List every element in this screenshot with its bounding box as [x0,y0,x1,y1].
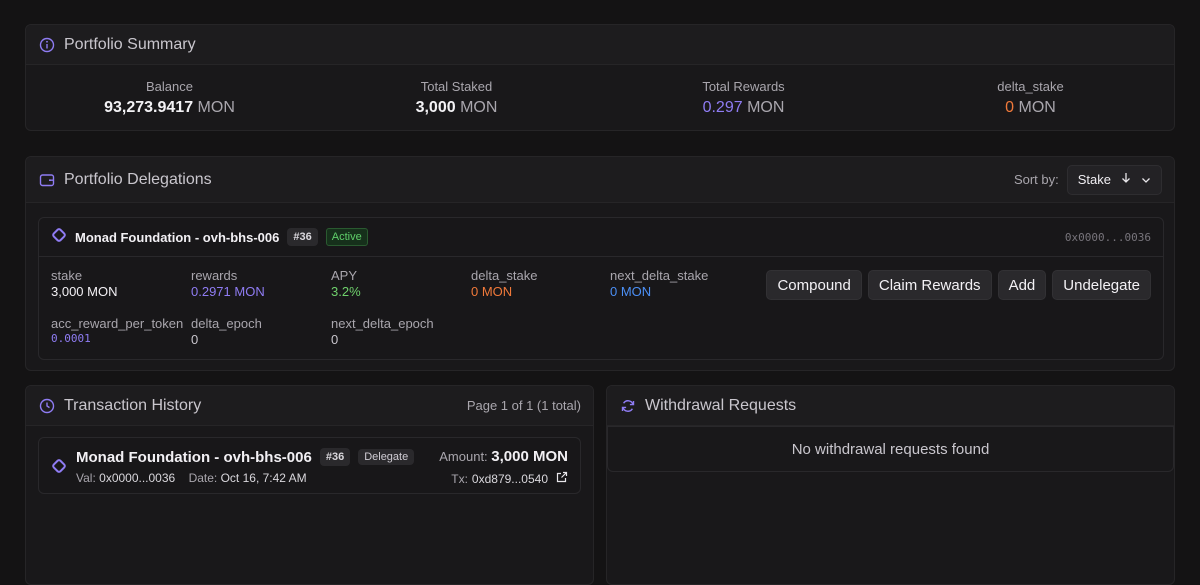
withdrawal-requests-card: Withdrawal Requests No withdrawal reques… [606,385,1175,585]
transaction-row[interactable]: Monad Foundation - ovh-bhs-006 #36 Deleg… [38,437,581,494]
compound-button[interactable]: Compound [766,270,862,300]
stat-unit: MON [460,99,498,116]
amount-label: Amount: [439,449,488,464]
sort-label: Sort by: [1013,172,1059,187]
validator-name[interactable]: Monad Foundation - ovh-bhs-006 [75,230,279,245]
field-rewards: rewards 0.2971 MON [191,268,265,299]
delegation-header: Monad Foundation - ovh-bhs-006 #36 Activ… [39,218,1163,257]
sort-control: Sort by: Stake [1013,164,1162,195]
sort-select[interactable]: Stake [1066,164,1162,195]
delegation-actions: Compound Claim Rewards Add Undelegate [766,270,1151,300]
portfolio-summary-title: Portfolio Summary [64,35,196,53]
pagination-info: Page 1 of 1 (1 total) [466,398,581,413]
field-stake: stake 3,000 MON [51,268,117,299]
field-value: 3,000 MON [51,284,118,299]
field-value: 0 MON [610,284,652,299]
wallet-icon [38,171,56,189]
portfolio-delegations-title: Portfolio Delegations [64,170,212,188]
field-label: stake [51,268,83,283]
stat-unit: MON [1018,99,1056,116]
transaction-amount: Amount: 3,000 MON [439,448,568,465]
sort-value: Stake [1077,172,1111,187]
validator-name: Monad Foundation - ovh-bhs-006 [76,448,312,466]
stat-delta-stake: delta_stake 0 MON [887,79,1174,117]
rank-badge: #36 [319,448,351,466]
rank-badge: #36 [287,228,318,246]
summary-stats: Balance 93,273.9417 MON Total Staked 3,0… [26,65,1174,130]
chevron-down-icon [1141,172,1151,187]
tx-hash-value: 0xd879...0540 [471,471,548,486]
stat-value: 93,273.9417 [104,99,194,116]
field-value: 0 MON [471,284,513,299]
transaction-type-badge: Delegate [358,449,415,465]
field-acc-reward-per-token: acc_reward_per_token 0.0001 [51,316,183,345]
monad-logo-icon [51,458,67,479]
transaction-history-card: Transaction History Page 1 of 1 (1 total… [25,385,594,585]
empty-state: No withdrawal requests found [607,426,1174,472]
portfolio-summary-card: Portfolio Summary Balance 93,273.9417 MO… [25,24,1175,131]
stat-label: Total Staked [420,79,493,94]
transaction-history-title: Transaction History [64,396,202,414]
status-badge: Active [325,228,368,246]
add-button[interactable]: Add [997,270,1047,300]
stat-label: Total Rewards [702,79,785,94]
stat-unit: MON [747,99,785,116]
transaction-validator: Monad Foundation - ovh-bhs-006 #36 Deleg… [76,448,415,466]
field-next-delta-stake: next_delta_stake 0 MON [610,268,708,299]
undelegate-button[interactable]: Undelegate [1052,270,1151,300]
field-apy: APY 3.2% [331,268,361,299]
stat-value: 3,000 [415,99,456,116]
field-value: 3.2% [331,284,361,299]
refresh-icon [619,397,637,415]
transaction-meta: Val: 0x0000...0036 Date: Oct 16, 7:42 AM [76,471,307,485]
withdrawal-requests-title: Withdrawal Requests [645,396,797,414]
clock-icon [38,397,56,415]
validator-address: 0x0000...0036 [1064,230,1151,244]
val-label: Val: [76,471,96,485]
field-label: delta_epoch [191,316,262,331]
date-value: Oct 16, 7:42 AM [220,471,307,485]
monad-logo-icon [51,227,67,248]
stat-balance: Balance 93,273.9417 MON [26,79,313,117]
stat-total-staked: Total Staked 3,000 MON [313,79,600,117]
tx-label: Tx: [451,471,468,486]
portfolio-delegations-card: Portfolio Delegations Sort by: Stake Mon… [25,156,1175,371]
field-value: 0 [191,332,199,347]
field-delta-epoch: delta_epoch 0 [191,316,262,347]
delegation-item: Monad Foundation - ovh-bhs-006 #36 Activ… [38,217,1164,360]
field-value: 0 [331,332,339,347]
stat-unit: MON [197,99,235,116]
external-link-icon[interactable] [556,471,568,486]
stat-label: Balance [146,79,193,94]
info-icon [38,36,56,54]
portfolio-delegations-header: Portfolio Delegations Sort by: Stake [26,157,1174,203]
amount-value: 3,000 MON [491,448,568,465]
field-label: next_delta_epoch [331,316,434,331]
transaction-history-header: Transaction History Page 1 of 1 (1 total… [26,386,593,426]
stat-total-rewards: Total Rewards 0.297 MON [600,79,887,117]
transaction-hash[interactable]: Tx: 0xd879...0540 [451,471,568,486]
stat-value: 0.297 [702,99,743,116]
field-value: 0.0001 [51,332,91,345]
field-label: APY [331,268,358,283]
withdrawal-requests-header: Withdrawal Requests [607,386,1174,426]
stat-value: 0 [1005,99,1015,116]
claim-rewards-button[interactable]: Claim Rewards [867,270,992,300]
stat-label: delta_stake [997,79,1064,94]
val-address: 0x0000...0036 [99,471,176,485]
field-delta-stake: delta_stake 0 MON [471,268,538,299]
arrow-down-icon [1121,172,1131,187]
field-next-delta-epoch: next_delta_epoch 0 [331,316,434,347]
field-label: delta_stake [471,268,538,283]
field-label: acc_reward_per_token [51,316,184,331]
field-label: rewards [191,268,238,283]
field-value: 0.2971 MON [191,284,265,299]
date-label: Date: [188,471,218,485]
field-label: next_delta_stake [610,268,709,283]
portfolio-summary-header: Portfolio Summary [26,25,1174,65]
